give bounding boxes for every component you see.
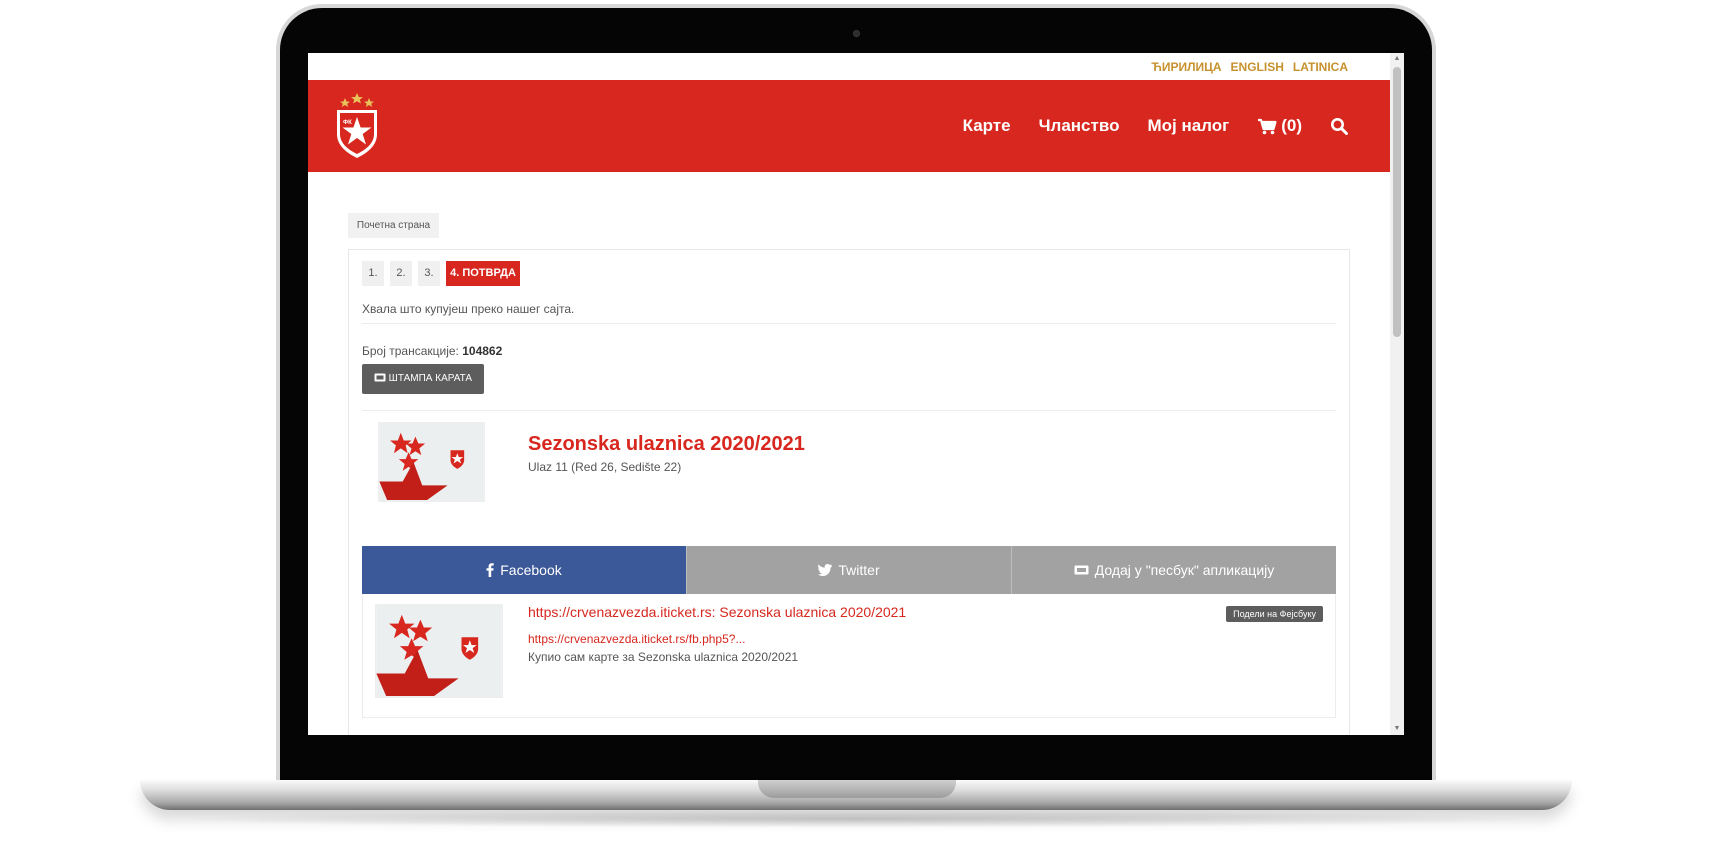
laptop-notch — [758, 780, 956, 798]
ticket-icon — [374, 373, 386, 382]
confirmation-panel: 1. 2. 3. 4. ПОТВРДА Хвала што купујеш пр… — [348, 249, 1350, 735]
lang-latin[interactable]: LATINICA — [1293, 60, 1348, 74]
facebook-label: Facebook — [500, 562, 562, 578]
preview-description: Купио сам карте за Sezonska ulaznica 202… — [528, 650, 799, 664]
season-ticket-image — [378, 422, 485, 502]
facebook-icon — [486, 563, 494, 577]
step-4-confirmation[interactable]: 4. ПОТВРДА — [446, 261, 520, 286]
page-scrollbar[interactable]: ▲ ▼ — [1390, 53, 1404, 735]
ticket-title: Sezonska ulaznica 2020/2021 — [528, 433, 805, 455]
nav-cart[interactable]: (0) — [1257, 116, 1302, 136]
language-bar: ЋИРИЛИЦА ENGLISH LATINICA — [308, 53, 1390, 80]
scroll-thumb[interactable] — [1393, 67, 1401, 337]
transaction-label: Број трансакције: — [362, 344, 459, 358]
lang-english[interactable]: ENGLISH — [1231, 60, 1284, 74]
passbook-label: Додај у "песбук" апликацију — [1094, 562, 1275, 578]
twitter-label: Twitter — [838, 562, 880, 578]
passbook-tab[interactable]: Додај у "песбук" апликацију — [1011, 546, 1336, 594]
breadcrumb-home[interactable]: Почетна страна — [348, 213, 439, 238]
nav-tickets[interactable]: Карте — [963, 116, 1011, 136]
divider — [362, 323, 1336, 324]
scroll-up-arrow-icon[interactable]: ▲ — [1393, 55, 1401, 63]
ticket-icon — [1074, 565, 1089, 575]
step-2[interactable]: 2. — [390, 261, 412, 286]
thanks-message: Хвала што купујеш преко нашег сајта. — [362, 302, 575, 316]
lang-cyrillic[interactable]: ЋИРИЛИЦА — [1151, 60, 1221, 74]
preview-url-link[interactable]: https://crvenazvezda.iticket.rs/fb.php5?… — [528, 632, 745, 646]
scroll-down-arrow-icon[interactable]: ▼ — [1393, 725, 1401, 733]
transaction-number: Број трансакције: 104862 — [362, 344, 502, 358]
facebook-share-preview: https://crvenazvezda.iticket.rs: Sezonsk… — [362, 594, 1336, 718]
ticket-details: Ulaz 11 (Red 26, Sedište 22) — [528, 460, 682, 474]
print-tickets-button[interactable]: ШТАМПА КАРАТА — [362, 364, 484, 394]
laptop-shadow — [180, 810, 1532, 828]
nav-account[interactable]: Мој налог — [1147, 116, 1229, 136]
divider — [362, 410, 1336, 411]
nav-membership[interactable]: Чланство — [1039, 116, 1120, 136]
club-logo[interactable]: ФК — [334, 90, 380, 160]
camera-icon — [853, 30, 860, 37]
share-bar: Facebook Twitter Додај у "песбук" аплика… — [362, 546, 1336, 594]
search-icon[interactable] — [1330, 117, 1348, 135]
facebook-tab[interactable]: Facebook — [362, 546, 686, 594]
twitter-icon — [818, 564, 833, 576]
laptop-mockup: ЋИРИЛИЦА ENGLISH LATINICA ФК Карте Чланс… — [0, 0, 1724, 842]
cart-count: (0) — [1281, 116, 1302, 135]
preview-title-link[interactable]: https://crvenazvezda.iticket.rs: Sezonsk… — [528, 604, 906, 620]
main-nav: Карте Чланство Мој налог (0) — [963, 80, 1348, 172]
print-tickets-label: ШТАМПА КАРАТА — [388, 373, 473, 384]
step-1[interactable]: 1. — [362, 261, 384, 286]
step-3[interactable]: 3. — [418, 261, 440, 286]
svg-text:ФК: ФК — [343, 120, 352, 126]
transaction-value: 104862 — [462, 344, 503, 358]
checkout-steps: 1. 2. 3. 4. ПОТВРДА — [362, 261, 520, 286]
site-header: ФК Карте Чланство Мој налог (0) — [308, 80, 1390, 172]
share-on-facebook-button[interactable]: Подели на Фејсбуку — [1226, 606, 1323, 622]
browser-screen: ЋИРИЛИЦА ENGLISH LATINICA ФК Карте Чланс… — [308, 53, 1404, 735]
preview-image — [375, 604, 503, 698]
twitter-tab[interactable]: Twitter — [686, 546, 1011, 594]
cart-icon — [1258, 118, 1277, 134]
